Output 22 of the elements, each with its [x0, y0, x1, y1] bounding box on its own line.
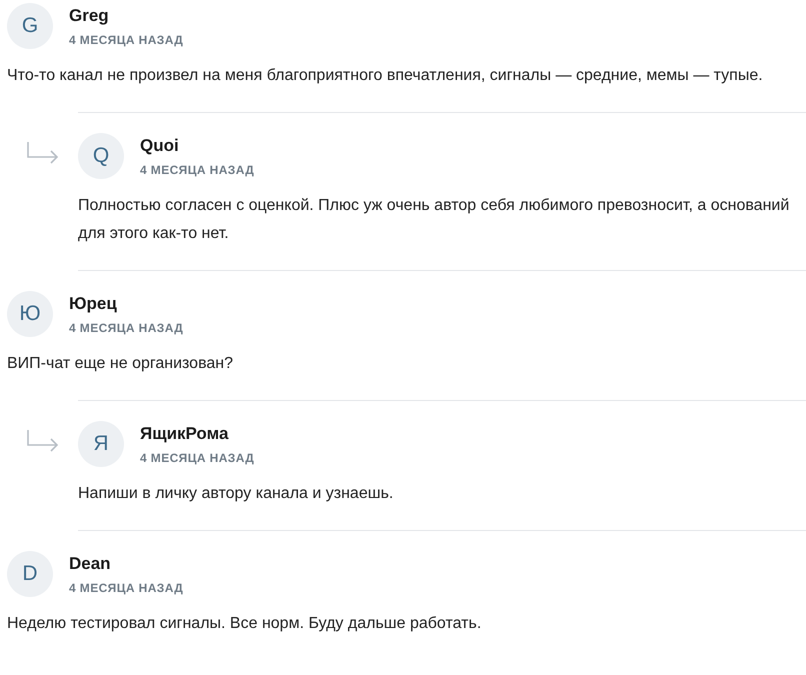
reply-arrow-icon [26, 430, 60, 452]
avatar: Q [78, 133, 124, 179]
author-name: Greg [69, 4, 110, 26]
comment-time: 4 МЕСЯЦА НАЗАД [69, 32, 184, 48]
avatar: D [7, 551, 53, 597]
avatar: G [7, 3, 53, 49]
comment-time: 4 МЕСЯЦА НАЗАД [69, 580, 184, 596]
author-name: Quoi [140, 134, 180, 156]
comment-time: 4 МЕСЯЦА НАЗАД [69, 320, 184, 336]
comment-time: 4 МЕСЯЦА НАЗАД [140, 450, 254, 466]
comment-text: ВИП-чат еще не организован? [7, 354, 234, 374]
comment-time: 4 МЕСЯЦА НАЗАД [140, 162, 254, 178]
comment-text: Неделю тестировал сигналы. Все норм. Буду дальше работать. [7, 614, 482, 634]
author-name: ЯщикРома [140, 422, 230, 444]
author-name: Юрец [69, 292, 118, 314]
comment-text: Полностью согласен с оценкой. Плюс уж очень автор себя любимого превозносит, а оснований для этого как-то нет. [78, 196, 790, 244]
avatar: Ю [7, 291, 53, 337]
comment-text: Что-то канал не произвел на меня благоприятного впечатления, сигналы — средние, мемы — тупые. [7, 66, 764, 86]
avatar: Я [78, 421, 124, 467]
author-name: Dean [69, 552, 112, 574]
reply-arrow-icon [26, 142, 60, 164]
comment-text: Напиши в личку автору канала и узнаешь. [78, 484, 394, 504]
